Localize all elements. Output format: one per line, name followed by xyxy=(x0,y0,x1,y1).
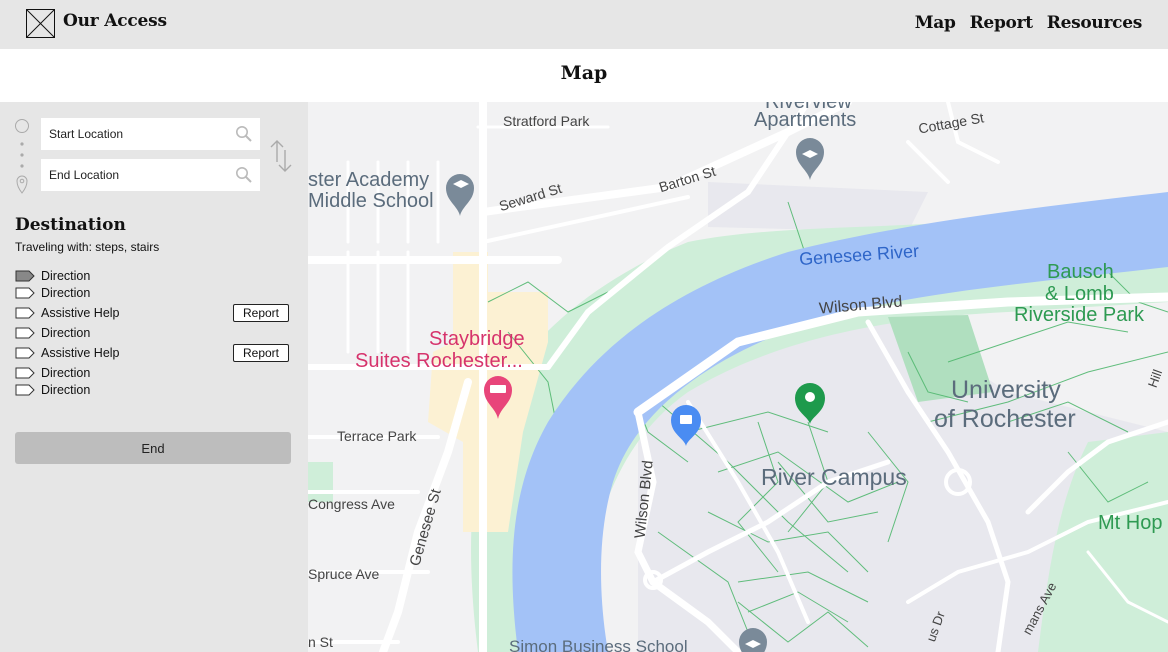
park-label: & Lomb xyxy=(1045,283,1114,305)
directions-panel: Destination Traveling with: steps, stair… xyxy=(0,102,308,652)
park-label: Bausch xyxy=(1047,261,1114,283)
map-label: of Rochester xyxy=(934,405,1076,433)
step-label: Direction xyxy=(41,383,91,397)
step-label: Direction xyxy=(41,366,91,380)
search-icon[interactable] xyxy=(235,166,253,184)
step-assistive-help[interactable]: Assistive Help xyxy=(15,305,120,321)
destination-title: Destination xyxy=(15,215,126,235)
main-nav: Map Report Resources xyxy=(915,13,1143,33)
direction-step-icon xyxy=(15,367,35,379)
step-label: Assistive Help xyxy=(41,346,120,360)
map-label: River Campus xyxy=(761,464,907,490)
logo-placeholder-icon xyxy=(26,9,55,38)
map-label: Simon Business School xyxy=(509,637,688,652)
school-pin-icon[interactable] xyxy=(446,174,474,216)
brand-name[interactable]: Our Access xyxy=(63,11,167,31)
route-icon xyxy=(15,119,29,194)
step-direction[interactable]: Direction xyxy=(15,285,90,301)
end-button[interactable]: End xyxy=(15,432,291,464)
step-direction[interactable]: Direction xyxy=(15,325,90,341)
school-pin-icon[interactable] xyxy=(796,138,824,180)
map-label: University xyxy=(951,376,1061,404)
search-icon[interactable] xyxy=(235,125,253,143)
step-direction[interactable]: Direction xyxy=(15,268,90,284)
report-button[interactable]: Report xyxy=(233,304,289,322)
nav-map[interactable]: Map xyxy=(915,13,956,33)
map-view[interactable]: Riverview Apartments Stratford Park Cott… xyxy=(308,102,1168,652)
end-location-input[interactable] xyxy=(41,159,260,191)
street-label: Terrace Park xyxy=(337,428,417,444)
title-bar: Map xyxy=(0,49,1168,102)
direction-step-icon xyxy=(15,384,35,396)
street-label: Stratford Park xyxy=(503,113,590,129)
swap-locations-icon[interactable] xyxy=(268,138,294,174)
top-bar: Our Access Map Report Resources xyxy=(0,0,1168,49)
step-label: Direction xyxy=(41,326,91,340)
nav-report[interactable]: Report xyxy=(970,13,1033,33)
step-label: Direction xyxy=(41,286,91,300)
street-label: Congress Ave xyxy=(308,496,395,512)
direction-step-icon xyxy=(15,327,35,339)
park-label: Riverside Park xyxy=(1014,304,1145,326)
hotel-label: Staybridge xyxy=(429,328,525,350)
travel-mode-text: Traveling with: steps, stairs xyxy=(15,240,160,254)
direction-step-icon xyxy=(15,270,35,282)
direction-step-icon xyxy=(15,287,35,299)
step-direction[interactable]: Direction xyxy=(15,382,90,398)
street-label: Spruce Ave xyxy=(308,566,380,582)
street-label: n St xyxy=(308,634,333,650)
step-direction[interactable]: Direction xyxy=(15,365,90,381)
direction-step-icon xyxy=(15,307,35,319)
step-label: Direction xyxy=(41,269,91,283)
page-title: Map xyxy=(560,62,608,84)
map-label: Apartments xyxy=(754,109,857,131)
report-button[interactable]: Report xyxy=(233,344,289,362)
direction-step-icon xyxy=(15,347,35,359)
step-assistive-help[interactable]: Assistive Help xyxy=(15,345,120,361)
step-label: Assistive Help xyxy=(41,306,120,320)
hotel-label: Suites Rochester... xyxy=(355,350,523,372)
map-label: Middle School xyxy=(308,190,434,212)
start-location-input[interactable] xyxy=(41,118,260,150)
nav-resources[interactable]: Resources xyxy=(1047,13,1143,33)
park-label: Mt Hop xyxy=(1098,512,1163,534)
map-label: ster Academy xyxy=(308,169,430,191)
